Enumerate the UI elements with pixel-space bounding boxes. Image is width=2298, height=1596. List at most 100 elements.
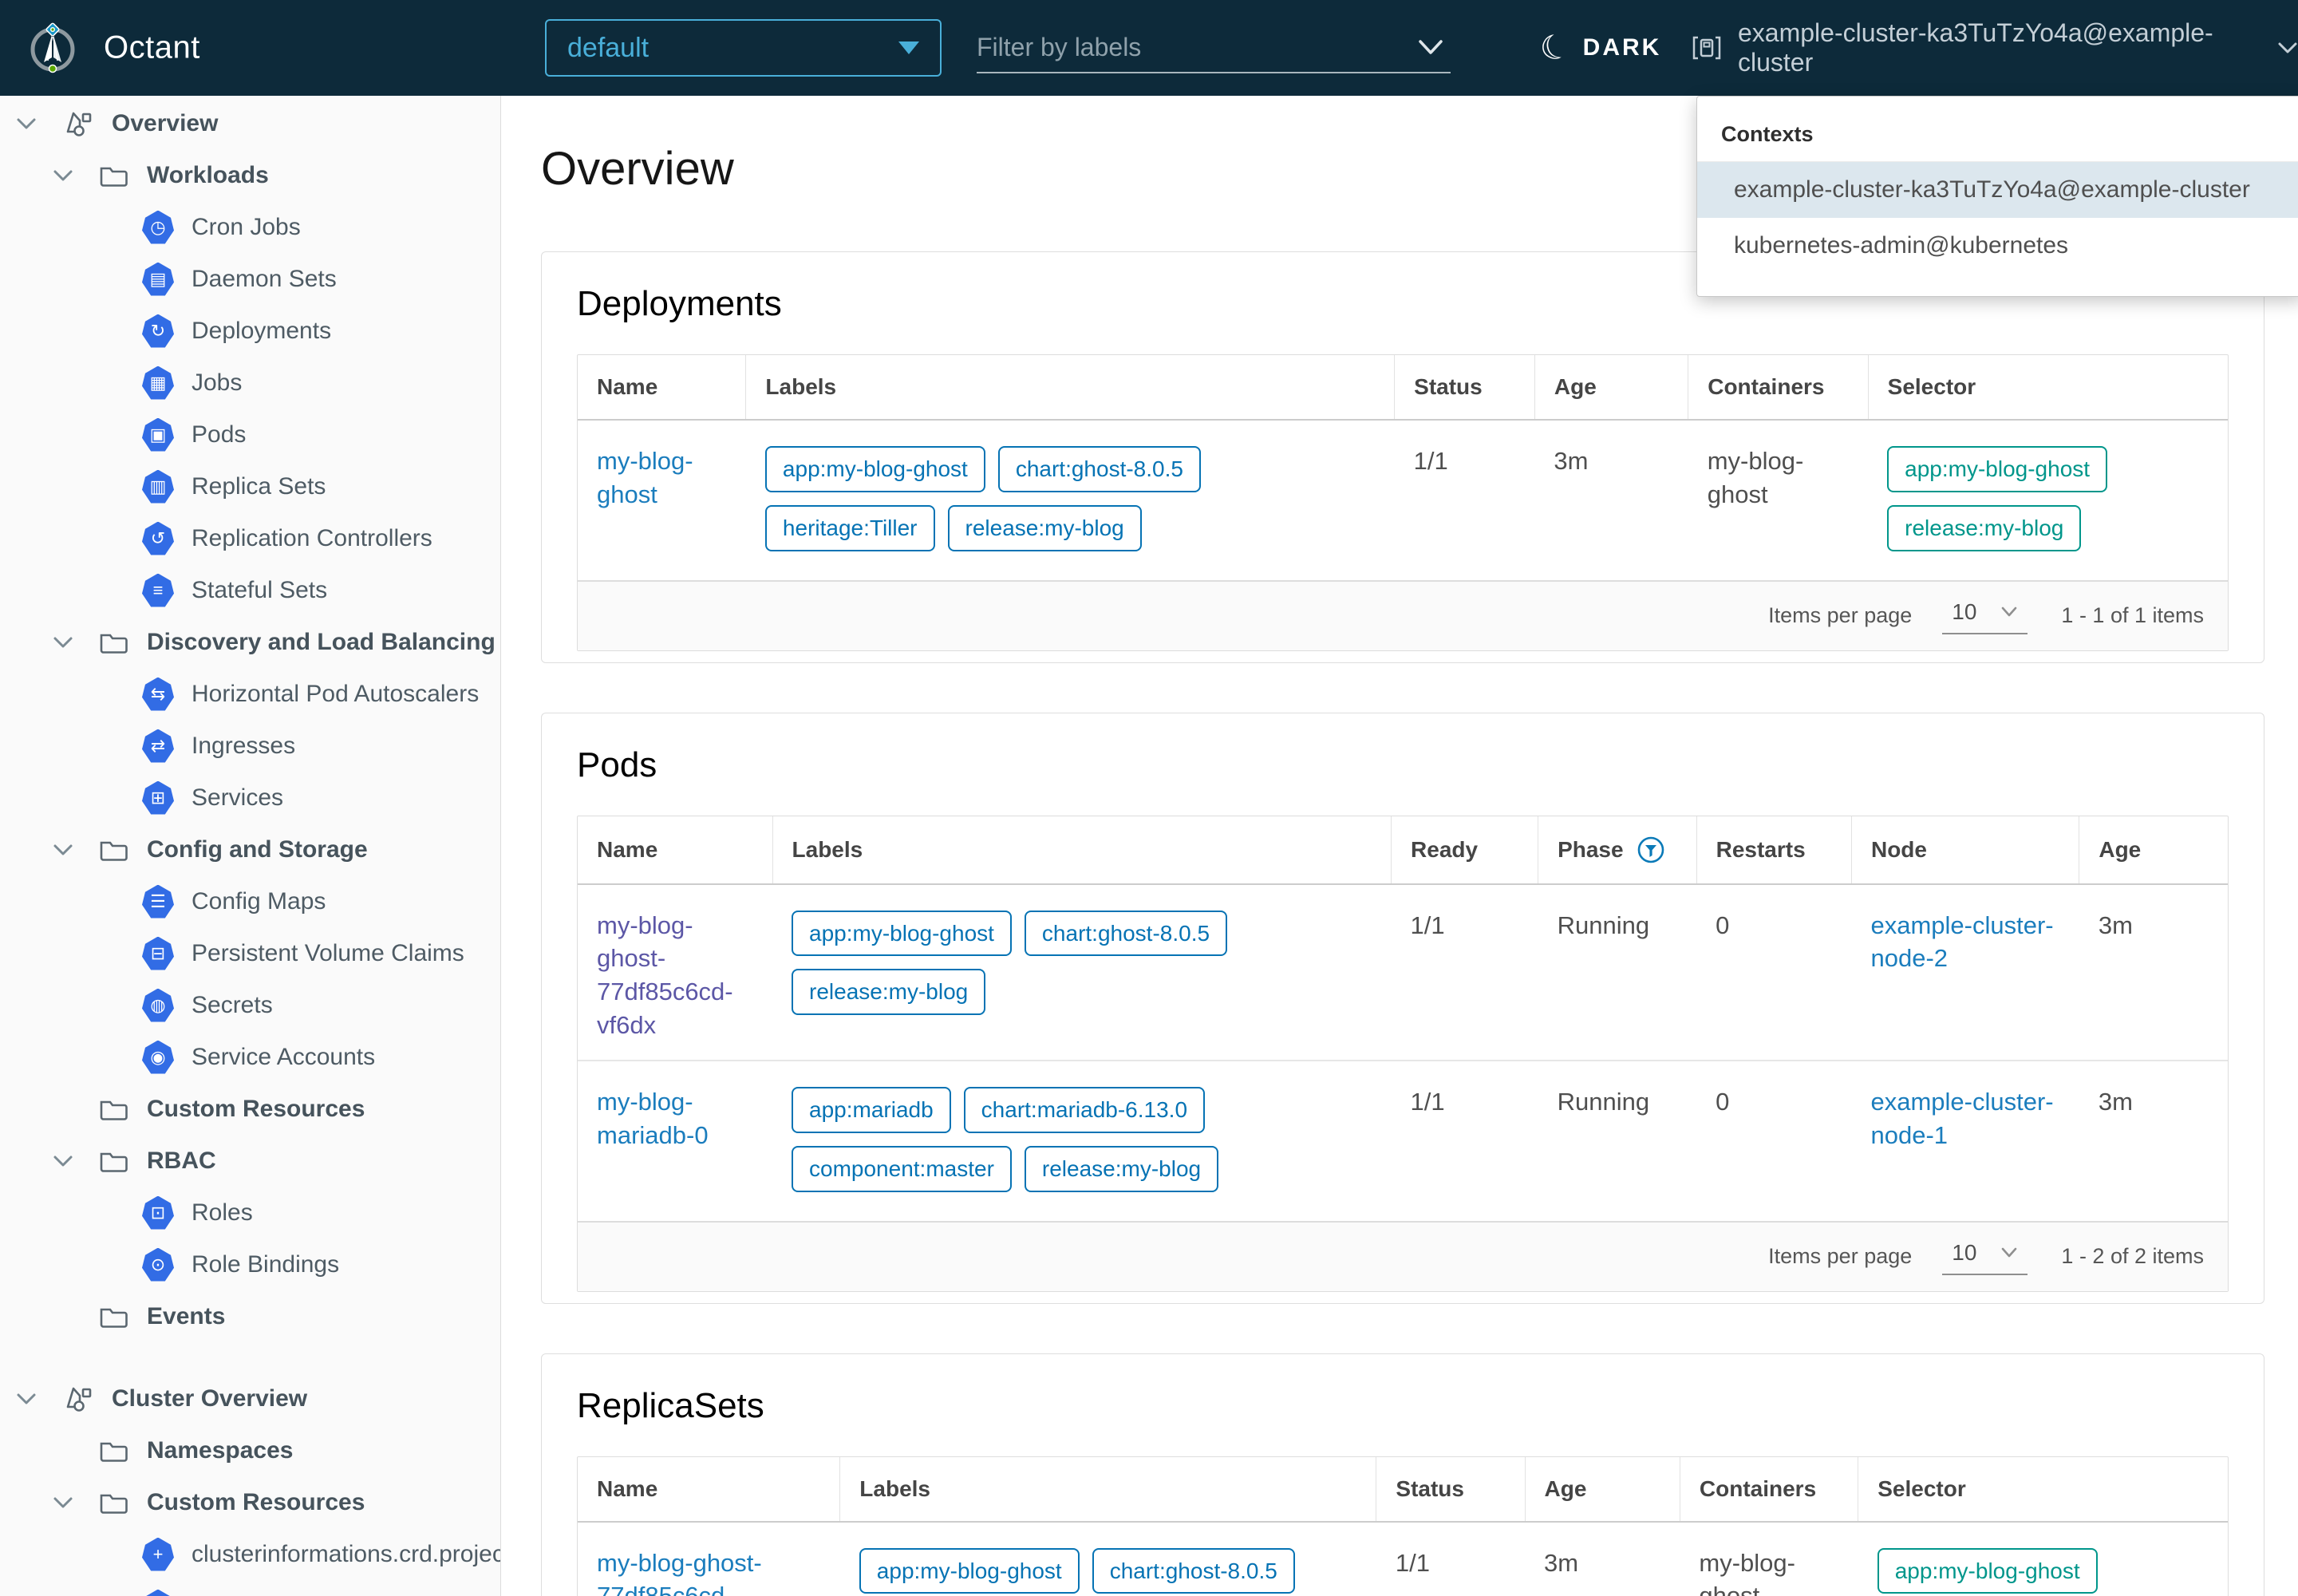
column-header-label: Status	[1414, 374, 1483, 400]
resource-link[interactable]: my-blog-ghost-77df85c6cd	[597, 1549, 762, 1596]
sidebar-item-persistent-volume-claims[interactable]: ⊟Persistent Volume Claims	[0, 927, 500, 979]
sidebar-item-cluster-overview[interactable]: Cluster Overview	[0, 1373, 500, 1424]
filter-funnel-icon[interactable]	[1637, 836, 1665, 864]
column-header-status: Status	[1376, 1457, 1525, 1522]
chevron-down-icon[interactable]	[53, 843, 89, 857]
column-header-label: Containers	[1708, 374, 1824, 400]
selector-chip: release:my-blog	[1887, 505, 2081, 551]
horizontal-pod-autoscalers-icon: ⇆	[142, 678, 174, 711]
cell-ready: 1/1	[1392, 1061, 1538, 1221]
datagrid-replicasets: NameLabelsStatusAgeContainersSelectormy-…	[577, 1456, 2229, 1596]
sidebar-item-clusterinformations-crd-projec[interactable]: +clusterinformations.crd.projec	[0, 1528, 500, 1580]
chevron-down-icon[interactable]	[53, 635, 89, 650]
cell-name: my-blog-ghost-77df85c6cd-vf6dx	[578, 884, 772, 1061]
chevron-down-icon[interactable]	[1417, 38, 1444, 56]
sidebar-item-label: Secrets	[192, 992, 273, 1019]
sidebar-item-ingresses[interactable]: ⇄Ingresses	[0, 720, 500, 772]
sidebar-item-config-maps[interactable]: ☰Config Maps	[0, 875, 500, 927]
table-row: my-blog-ghost-77df85c6cd-vf6dx app:my-blo…	[578, 884, 2228, 1061]
sidebar-item-csidrivers-csi-storage-k8s-io[interactable]: +csidrivers.csi.storage.k8s.io	[0, 1580, 500, 1596]
selector-chip: app:my-blog-ghost	[1877, 1548, 2098, 1594]
ingresses-icon: ⇄	[142, 729, 174, 763]
context-switcher-button[interactable]: example-cluster-ka3TuTzYo4a@example-clus…	[1690, 0, 2298, 96]
filter-by-labels-input[interactable]: Filter by labels	[977, 22, 1451, 73]
roles-icon: ⊡	[142, 1196, 174, 1230]
sidebar-item-events[interactable]: Events	[0, 1290, 500, 1342]
node-link[interactable]: example-cluster-node-1	[1870, 1088, 2053, 1149]
sidebar-item-services[interactable]: ⊞Services	[0, 772, 500, 824]
datagrid-footer: Items per page101 - 1 of 1 items	[578, 580, 2228, 650]
page-size-select[interactable]: 10	[1942, 598, 2028, 634]
chevron-down-icon[interactable]	[16, 117, 53, 131]
sidebar-item-pods[interactable]: ▣Pods	[0, 409, 500, 460]
column-header-labels: Labels	[840, 1457, 1376, 1522]
resource-link[interactable]: my-blog-ghost-77df85c6cd-vf6dx	[597, 911, 733, 1040]
table-row: my-blog-ghost app:my-blog-ghostchart:ghos…	[578, 420, 2228, 580]
pagination-range: 1 - 1 of 1 items	[2061, 603, 2204, 628]
sidebar-item-cron-jobs[interactable]: ◷Cron Jobs	[0, 201, 500, 253]
data-table: NameLabelsReadyPhaseRestartsNodeAgemy-bl…	[578, 816, 2228, 1221]
sidebar-item-overview[interactable]: Overview	[0, 97, 500, 149]
cell-phase: Running	[1538, 884, 1697, 1061]
sidebar-item-replication-controllers[interactable]: ↺Replication Controllers	[0, 512, 500, 564]
column-header-label: Age	[1545, 1476, 1587, 1502]
chevron-down-icon[interactable]	[16, 1392, 53, 1406]
stateful-sets-icon: ≡	[142, 574, 174, 607]
sidebar-item-replica-sets[interactable]: ▥ Replica Sets	[0, 460, 500, 512]
chevron-down-icon[interactable]	[53, 168, 89, 183]
resource-link[interactable]: my-blog-mariadb-0	[597, 1088, 709, 1149]
theme-toggle-button[interactable]: ☾ DARK	[1540, 0, 1661, 96]
column-header-phase: Phase	[1538, 816, 1697, 884]
sidebar-item-label: Overview	[112, 110, 218, 137]
sidebar-nav: Overview Workloads◷Cron Jobs▤Daemon Sets↻…	[0, 96, 501, 1596]
column-header-selector: Selector	[1858, 1457, 2228, 1522]
applications-icon	[62, 1383, 94, 1415]
page-size-select[interactable]: 10	[1942, 1238, 2028, 1275]
sidebar-item-label: Deployments	[192, 318, 331, 345]
datagrid-footer: Items per page101 - 2 of 2 items	[578, 1221, 2228, 1291]
column-header-selector: Selector	[1868, 355, 2228, 420]
app-header: Octant default Filter by labels ☾ DARK	[0, 0, 2298, 96]
context-menu-item-kubernetes-admin-kubernetes[interactable]: kubernetes-admin@kubernetes	[1697, 218, 2298, 274]
replication-controllers-icon: ↺	[142, 522, 174, 555]
sidebar-item-role-bindings[interactable]: ⊙Role Bindings	[0, 1238, 500, 1290]
sidebar-item-rbac[interactable]: RBAC	[0, 1135, 500, 1187]
sidebar-item-stateful-sets[interactable]: ≡Stateful Sets	[0, 564, 500, 616]
chevron-down-icon[interactable]	[53, 1495, 89, 1510]
column-header-age: Age	[1534, 355, 1688, 420]
sidebar-item-label: Replica Sets	[192, 473, 326, 500]
sidebar-item-service-accounts[interactable]: ◉Service Accounts	[0, 1031, 500, 1083]
column-header-label: Status	[1396, 1476, 1464, 1502]
sidebar-item-custom-resources[interactable]: Custom Resources	[0, 1476, 500, 1528]
page-size-value: 10	[1952, 599, 1976, 625]
node-link[interactable]: example-cluster-node-2	[1870, 911, 2053, 973]
cell-text: 1/1	[1411, 911, 1445, 939]
sidebar-item-daemon-sets[interactable]: ▤Daemon Sets	[0, 253, 500, 305]
table-row: my-blog-mariadb-0app:mariadbchart:mariad…	[578, 1061, 2228, 1221]
label-chip: app:my-blog-ghost	[792, 911, 1012, 957]
sidebar-item-config-and-storage[interactable]: Config and Storage	[0, 824, 500, 875]
sidebar-item-namespaces[interactable]: Namespaces	[0, 1424, 500, 1476]
sidebar-item-label: Namespaces	[147, 1437, 293, 1464]
sidebar-item-custom-resources[interactable]: Custom Resources	[0, 1083, 500, 1135]
sidebar-item-discovery-and-load-balancing[interactable]: Discovery and Load Balancing	[0, 616, 500, 668]
cell-selector: app:my-blog-ghostrelease:my-blog	[1858, 1522, 2228, 1596]
cell-text: 0	[1716, 911, 1729, 939]
sidebar-item-horizontal-pod-autoscalers[interactable]: ⇆Horizontal Pod Autoscalers	[0, 668, 500, 720]
context-menu-item-example-cluster-ka3tutzyo4a-example-clus[interactable]: example-cluster-ka3TuTzYo4a@example-clus…	[1697, 162, 2298, 218]
sidebar-item-deployments[interactable]: ↻Deployments	[0, 305, 500, 357]
chevron-down-icon[interactable]	[53, 1154, 89, 1168]
cell-containers: my-blog-ghost	[1680, 1522, 1858, 1596]
sidebar-item-workloads[interactable]: Workloads	[0, 149, 500, 201]
context-switcher-label: example-cluster-ka3TuTzYo4a@example-clus…	[1738, 18, 2263, 77]
sidebar-item-secrets[interactable]: ◍Secrets	[0, 979, 500, 1031]
replica-sets-icon: ▥	[142, 470, 174, 504]
sidebar-item-jobs[interactable]: ▦Jobs	[0, 357, 500, 409]
cell-labels: app:my-blog-ghostchart:ghost-8.0.5herita…	[746, 420, 1395, 580]
namespace-select[interactable]: default	[545, 19, 942, 77]
resource-link[interactable]: my-blog-ghost	[597, 447, 693, 508]
sidebar-item-roles[interactable]: ⊡Roles	[0, 1187, 500, 1238]
column-header-labels: Labels	[746, 355, 1395, 420]
card-title: ReplicaSets	[577, 1386, 2229, 1426]
column-header-label: Age	[1554, 374, 1597, 400]
